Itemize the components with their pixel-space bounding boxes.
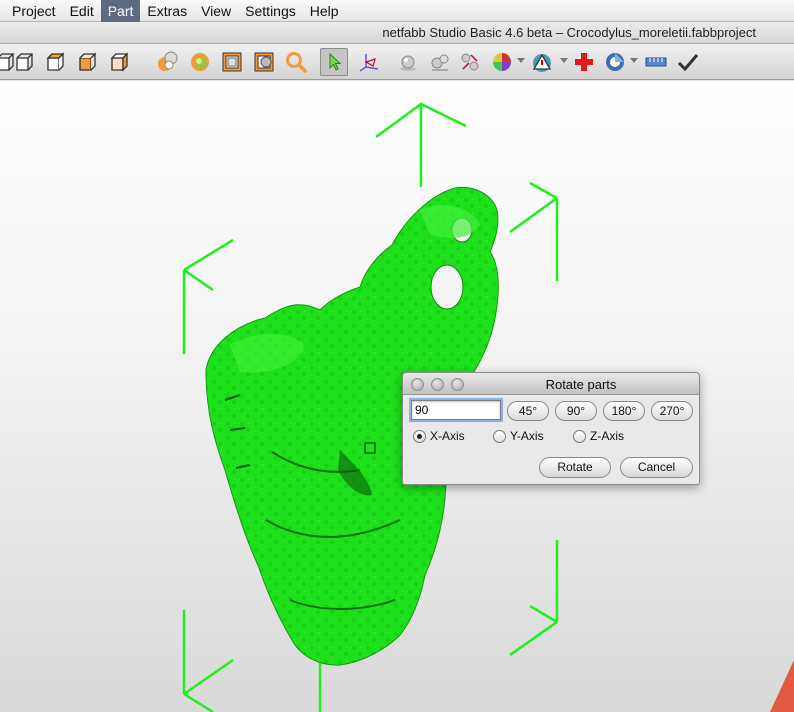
z-axis-radio[interactable] (573, 429, 586, 443)
rotate-button[interactable]: Rotate (539, 457, 611, 478)
menu-project[interactable]: Project (5, 0, 63, 22)
ball-icon[interactable] (396, 50, 420, 74)
balls-icon[interactable] (428, 50, 452, 74)
3d-viewport[interactable]: Rotate parts 45° 90° 180° 270° X-Axis Y-… (0, 81, 794, 712)
rotation-angle-input[interactable] (411, 400, 501, 420)
preset-180-button[interactable]: 180° (603, 401, 645, 421)
box-view-icon[interactable] (220, 50, 244, 74)
menu-part[interactable]: Part (100, 0, 141, 22)
window-titlebar: netfabb Studio Basic 4.6 beta – Crocodyl… (0, 22, 794, 44)
view-top-icon[interactable] (44, 50, 68, 74)
shaded-view-icon[interactable] (156, 50, 180, 74)
checkmark-icon[interactable] (676, 50, 700, 74)
preset-45-button[interactable]: 45° (507, 401, 549, 421)
color-dropdown-icon[interactable] (517, 58, 525, 63)
view-iso-icon[interactable] (108, 50, 132, 74)
view-back-icon[interactable] (13, 50, 37, 74)
x-axis-label: X-Axis (430, 429, 465, 443)
axes-icon[interactable] (357, 50, 381, 74)
preset-90-button[interactable]: 90° (555, 401, 597, 421)
x-axis-radio[interactable] (413, 429, 426, 443)
red-corner-mark (770, 660, 794, 712)
zoom-icon[interactable] (284, 50, 308, 74)
menu-settings[interactable]: Settings (238, 0, 303, 22)
warning-dropdown-icon[interactable] (560, 58, 568, 63)
measure-icon[interactable] (644, 50, 668, 74)
analysis-dropdown-icon[interactable] (630, 58, 638, 63)
menu-edit[interactable]: Edit (63, 0, 101, 22)
rotate-parts-dialog: Rotate parts 45° 90° 180° 270° X-Axis Y-… (402, 372, 700, 485)
sphere-view-icon[interactable] (188, 50, 212, 74)
preset-270-button[interactable]: 270° (651, 401, 693, 421)
view-side-icon[interactable] (76, 50, 100, 74)
menu-view[interactable]: View (194, 0, 238, 22)
y-axis-label: Y-Axis (510, 429, 544, 443)
cancel-button[interactable]: Cancel (620, 457, 693, 478)
section-view-icon[interactable] (252, 50, 276, 74)
warning-icon[interactable] (530, 50, 554, 74)
dialog-titlebar: Rotate parts (403, 373, 699, 395)
select-arrow-icon[interactable] (320, 48, 348, 76)
menu-extras[interactable]: Extras (140, 0, 194, 22)
z-axis-option[interactable]: Z-Axis (573, 429, 624, 443)
toolbar (0, 44, 794, 80)
window-title: netfabb Studio Basic 4.6 beta – Crocodyl… (382, 25, 756, 40)
y-axis-option[interactable]: Y-Axis (493, 429, 544, 443)
color-wheel-icon[interactable] (490, 50, 514, 74)
x-axis-option[interactable]: X-Axis (413, 429, 465, 443)
z-axis-label: Z-Axis (590, 429, 624, 443)
repair-cross-icon[interactable] (572, 50, 596, 74)
y-axis-radio[interactable] (493, 429, 506, 443)
analysis-icon[interactable] (603, 50, 627, 74)
menu-bar: Project Edit Part Extras View Settings H… (0, 0, 794, 22)
menu-help[interactable]: Help (303, 0, 346, 22)
dialog-title: Rotate parts (545, 377, 617, 392)
move-parts-icon[interactable] (458, 50, 482, 74)
